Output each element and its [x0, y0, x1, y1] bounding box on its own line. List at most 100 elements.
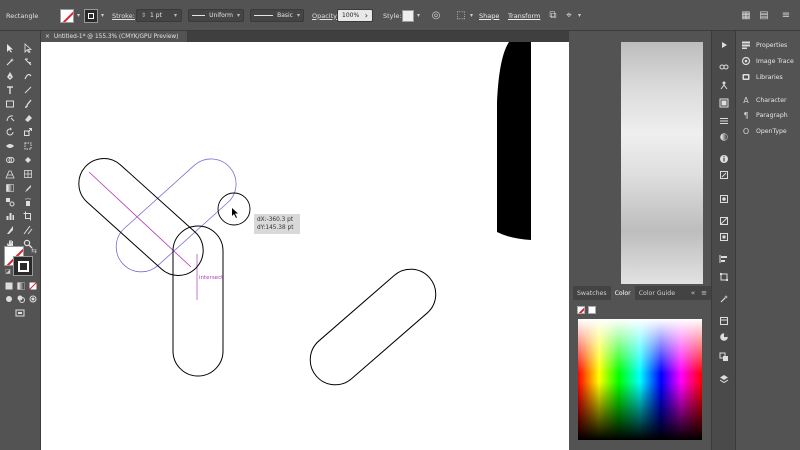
opacity-field[interactable]: 100% ›	[337, 9, 373, 22]
collapse-icon[interactable]: «	[691, 289, 695, 297]
graphic-style-swatch[interactable]: ▾	[402, 0, 420, 31]
arrange-icon[interactable]: ⧉	[547, 10, 559, 22]
recolor-artwork-icon[interactable]: ◎	[430, 10, 442, 22]
pathfinder-icon[interactable]	[718, 351, 730, 363]
chevron-down-icon[interactable]: ▾	[77, 12, 80, 19]
image-trace-panel-button[interactable]: Image Trace	[741, 55, 794, 67]
document-tab[interactable]: × Untitled-1* @ 155.3% (CMYK/GPU Preview…	[41, 31, 187, 42]
shape-button[interactable]: Shape	[479, 12, 499, 20]
tab-color-guide[interactable]: Color Guide	[635, 286, 679, 300]
artboards-icon[interactable]	[718, 315, 730, 327]
default-fill-stroke-icon[interactable]: ◪	[2, 265, 14, 277]
color-spectrum[interactable]	[578, 319, 702, 440]
panel-menu-icon[interactable]: ≡	[780, 10, 792, 22]
selection-tool-icon[interactable]	[4, 42, 16, 54]
appearance-icon[interactable]	[718, 231, 730, 243]
gradient-tool-icon[interactable]	[4, 182, 16, 194]
play-icon[interactable]	[718, 39, 730, 51]
tab-color[interactable]: Color	[610, 286, 635, 300]
magic-wand-strip-icon[interactable]	[718, 293, 730, 305]
rounded-rectangle-vertical[interactable]	[172, 225, 224, 377]
artboard-canvas[interactable]: dX:-360.3 pt dY:145.38 pt intersect	[41, 42, 569, 450]
draw-inside-icon[interactable]	[27, 293, 39, 305]
rectangle-tool-icon[interactable]	[4, 98, 16, 110]
document-setup-icon[interactable]: ▦	[740, 10, 752, 22]
stepper-icon[interactable]: ⇕	[141, 12, 146, 19]
pen-tool-icon[interactable]	[4, 70, 16, 82]
menu-icon[interactable]: ≡	[701, 289, 707, 297]
gradient-mode-icon[interactable]	[15, 280, 27, 292]
perspective-grid-tool-icon[interactable]	[4, 168, 16, 180]
artboard-tool-icon[interactable]	[22, 210, 34, 222]
magic-wand-tool-icon[interactable]	[4, 56, 16, 68]
none-mode-icon[interactable]	[27, 280, 39, 292]
brush-definition[interactable]: Basic ▾	[250, 9, 304, 22]
curvature-tool-icon[interactable]	[22, 70, 34, 82]
opentype-panel-button[interactable]: O OpenType	[741, 125, 787, 137]
libraries-panel-button[interactable]: Libraries	[741, 71, 783, 83]
rotate-tool-icon[interactable]	[4, 126, 16, 138]
shape-builder-tool-icon[interactable]	[4, 154, 16, 166]
graphic-styles-icon[interactable]	[718, 215, 730, 227]
chevron-down-icon[interactable]: ▾	[297, 12, 300, 19]
mini-stroke-swatch[interactable]	[588, 306, 596, 314]
mesh-tool-icon[interactable]	[22, 168, 34, 180]
type-tool-icon[interactable]	[4, 84, 16, 96]
paragraph-panel-button[interactable]: ¶ Paragraph	[741, 109, 787, 121]
transform-strip-icon[interactable]	[718, 271, 730, 283]
symbol-sprayer-tool-icon[interactable]	[22, 196, 34, 208]
panel-menu-icon[interactable]: « ≡	[691, 286, 707, 300]
stroke-weight-field[interactable]: ⇕ 1 pt ▾	[136, 9, 182, 22]
fill-swatch[interactable]: ▾	[60, 0, 80, 31]
rounded-rectangle-bottom[interactable]	[300, 259, 446, 395]
direct-selection-tool-icon[interactable]	[22, 42, 34, 54]
scale-tool-icon[interactable]	[22, 126, 34, 138]
gradient-strip-icon[interactable]	[718, 131, 730, 143]
chevron-down-icon[interactable]: ▾	[174, 12, 177, 19]
free-transform-tool-icon[interactable]	[22, 140, 34, 152]
mini-fill-swatch[interactable]	[577, 306, 585, 314]
character-panel-button[interactable]: A Character	[741, 94, 786, 106]
stroke-color-box[interactable]	[13, 256, 33, 276]
draw-normal-icon[interactable]	[3, 293, 15, 305]
column-graph-tool-icon[interactable]	[4, 210, 16, 222]
puppet-icon[interactable]	[718, 79, 730, 91]
screen-mode-icon[interactable]	[14, 307, 26, 319]
lasso-tool-icon[interactable]	[22, 56, 34, 68]
draw-behind-icon[interactable]	[15, 293, 27, 305]
stroke-label[interactable]: Stroke:	[112, 12, 135, 20]
layers-icon[interactable]	[718, 373, 730, 385]
shaper-tool-icon[interactable]	[4, 112, 16, 124]
chevron-down-icon[interactable]: ▾	[101, 12, 104, 19]
color-mode-icon[interactable]	[3, 280, 15, 292]
chevron-right-icon[interactable]: ›	[365, 11, 368, 20]
chevron-down-icon[interactable]: ▾	[417, 12, 420, 19]
color-strip-icon[interactable]	[718, 331, 730, 343]
swap-fill-stroke-icon[interactable]: ⇆	[28, 245, 40, 257]
transform-button[interactable]: Transform	[508, 12, 540, 20]
properties-panel-button[interactable]: Properties	[741, 39, 787, 51]
rounded-rectangle-left[interactable]	[69, 148, 214, 286]
paintbrush-tool-icon[interactable]	[22, 98, 34, 110]
isolate-icon[interactable]: ⌖	[563, 10, 575, 22]
slice-tool-icon[interactable]	[4, 224, 16, 236]
brushes-icon[interactable]	[718, 169, 730, 181]
align-strip-icon[interactable]	[718, 253, 730, 265]
stroke-strip-icon[interactable]	[718, 115, 730, 127]
variable-width-profile[interactable]: Uniform ▾	[188, 9, 244, 22]
symbols-icon[interactable]	[718, 193, 730, 205]
blend-tool-icon[interactable]	[4, 196, 16, 208]
gradient-preview[interactable]	[621, 42, 703, 284]
tab-swatches[interactable]: Swatches	[573, 286, 611, 300]
line-segment-tool-icon[interactable]	[22, 84, 34, 96]
info-icon[interactable]	[718, 153, 730, 165]
eyedropper-tool-icon[interactable]	[22, 182, 34, 194]
slice-select-tool-icon[interactable]	[22, 224, 34, 236]
width-tool-icon[interactable]	[4, 140, 16, 152]
stroke-swatch[interactable]: ▾	[84, 0, 104, 31]
chevron-down-icon[interactable]: ▾	[578, 12, 581, 19]
black-shape[interactable]	[497, 42, 531, 240]
links-icon[interactable]	[718, 61, 730, 73]
preferences-icon[interactable]: ▤	[758, 10, 770, 22]
tab-close-icon[interactable]: ×	[45, 34, 50, 40]
